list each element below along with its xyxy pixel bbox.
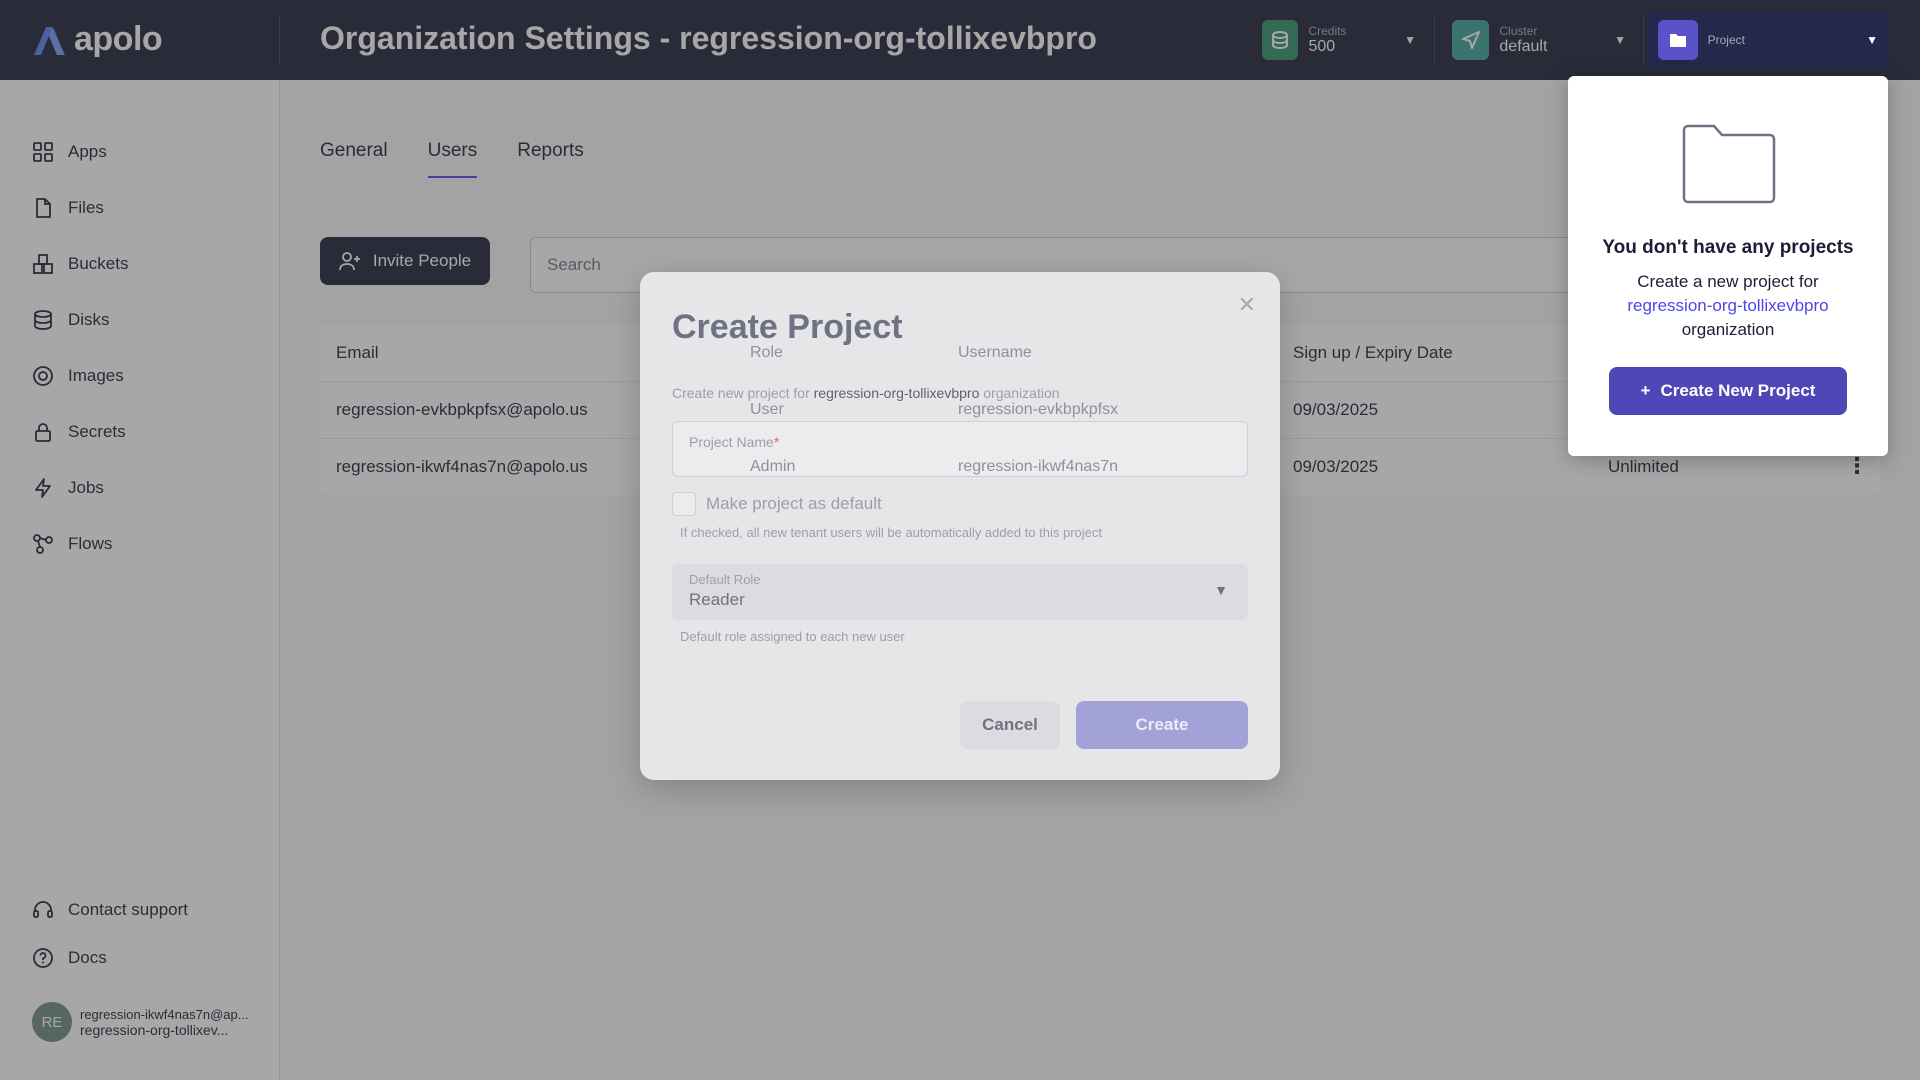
table-cell-role: User: [750, 401, 784, 418]
popover-title: You don't have any projects: [1602, 237, 1854, 258]
subtitle-prefix: Create new project for: [672, 385, 810, 401]
create-new-project-button[interactable]: + Create New Project: [1609, 367, 1847, 415]
column-header-role: Role: [750, 344, 783, 361]
default-role-help: Default role assigned to each new user: [680, 629, 905, 644]
cancel-button[interactable]: Cancel: [960, 701, 1060, 749]
project-label: Project: [1707, 33, 1745, 47]
close-icon[interactable]: ✕: [1238, 292, 1256, 318]
create-button[interactable]: Create: [1076, 701, 1248, 749]
default-role-label: Default Role: [689, 572, 761, 587]
plus-icon: +: [1640, 381, 1651, 400]
create-new-project-label: Create New Project: [1660, 381, 1816, 400]
dialog-title: Create Project: [672, 308, 903, 346]
organization-link[interactable]: regression-org-tollixevbpro: [1568, 296, 1888, 316]
dialog-subtitle: Create new project for regression-org-to…: [672, 385, 1060, 401]
project-popover: You don't have any projects Create a new…: [1568, 76, 1888, 456]
subtitle-org: regression-org-tollixevbpro: [813, 385, 980, 401]
make-default-checkbox[interactable]: [672, 492, 696, 516]
project-selector[interactable]: Project ▼: [1648, 12, 1888, 68]
make-default-help: If checked, all new tenant users will be…: [680, 525, 1103, 540]
chevron-down-icon: ▼: [1866, 33, 1878, 47]
default-project-option[interactable]: Make project as default: [672, 492, 882, 516]
project-name-label: Project Name*: [689, 434, 779, 450]
table-cell-username: regression-ikwf4nas7n: [958, 458, 1119, 475]
project-name-label-text: Project Name: [689, 434, 774, 450]
popover-text: Create a new project for: [1637, 272, 1819, 291]
chevron-down-icon: ▼: [1214, 582, 1228, 598]
table-cell-username: regression-evkbpkpfsx: [958, 401, 1119, 418]
empty-folder-icon: [1682, 124, 1776, 204]
folder-icon: [1658, 20, 1698, 60]
column-header-username: Username: [958, 344, 1032, 361]
subtitle-suffix: organization: [983, 385, 1060, 401]
default-role-value: Reader: [689, 590, 745, 609]
default-role-select[interactable]: Default Role Reader ▼: [672, 564, 1248, 620]
make-default-label: Make project as default: [706, 494, 882, 513]
popover-text: organization: [1681, 320, 1775, 339]
required-marker: *: [773, 434, 780, 450]
table-cell-role: Admin: [750, 458, 796, 475]
